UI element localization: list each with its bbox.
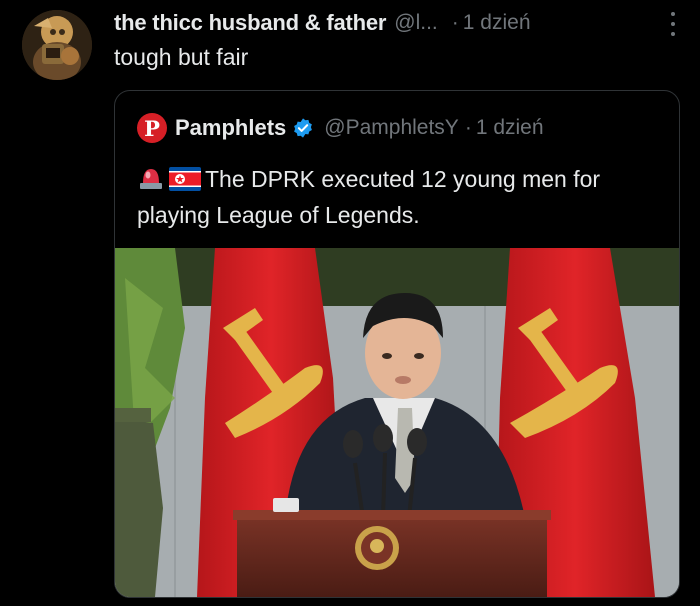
quoted-author-display-name[interactable]: Pamphlets <box>175 115 286 141</box>
post-text: tough but fair <box>114 44 249 70</box>
quoted-post-body: The DPRK executed 12 young men for playi… <box>137 166 601 228</box>
more-options-icon[interactable] <box>668 12 678 36</box>
post[interactable]: the thicc husband & father @l... · 1 dzi… <box>0 0 700 606</box>
avatar[interactable] <box>22 10 92 80</box>
quoted-post-text: The DPRK executed 12 young men for playi… <box>137 161 657 233</box>
quoted-post-photo[interactable] <box>115 248 679 597</box>
logo-letter: P <box>144 115 160 141</box>
separator-dot: · <box>451 11 459 34</box>
quoted-post-header: P Pamphlets @PamphletsY · 1 dzień <box>137 113 544 143</box>
rotating-light-icon <box>140 169 162 189</box>
quoted-post-timestamp[interactable]: 1 dzień <box>476 116 544 140</box>
avatar-image <box>22 10 92 80</box>
separator-dot: · <box>464 116 472 139</box>
verified-badge-icon <box>294 118 313 138</box>
post-header: the thicc husband & father @l... · 1 dzi… <box>114 8 678 38</box>
author-display-name[interactable]: the thicc husband & father <box>114 10 386 36</box>
quoted-post[interactable]: P Pamphlets @PamphletsY · 1 dzień The DP… <box>114 90 680 598</box>
quoted-author-handle[interactable]: @PamphletsY <box>324 116 459 140</box>
author-handle[interactable]: @l... <box>394 11 438 35</box>
photo-image <box>115 248 679 597</box>
north-korea-flag-icon <box>169 167 201 191</box>
pamphlets-logo-icon[interactable]: P <box>137 113 167 143</box>
post-timestamp[interactable]: 1 dzień <box>463 11 531 35</box>
